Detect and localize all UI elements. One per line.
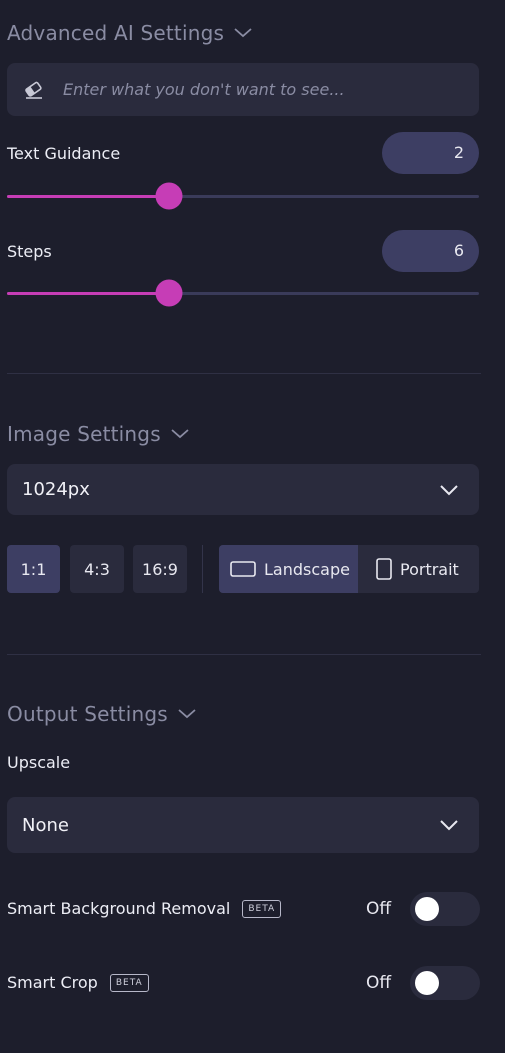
section-divider xyxy=(7,373,481,374)
smart-crop-state: Off xyxy=(366,973,392,993)
image-size-select[interactable]: 1024px xyxy=(7,464,479,515)
upscale-label: Upscale xyxy=(7,753,71,772)
orientation-toggle-group: Landscape Portrait xyxy=(219,545,479,593)
text-guidance-value[interactable]: 2 xyxy=(382,132,479,174)
negative-prompt-input[interactable] xyxy=(61,79,465,100)
steps-label: Steps xyxy=(7,242,52,261)
steps-slider-fill xyxy=(7,292,169,295)
ratio-orientation-divider xyxy=(202,545,203,593)
text-guidance-slider-fill xyxy=(7,195,169,198)
smart-background-removal-row: Smart Background Removal BETA xyxy=(7,899,282,918)
image-settings-title: Image Settings xyxy=(7,422,161,446)
portrait-label: Portrait xyxy=(400,559,459,579)
smart-crop-row: Smart Crop BETA xyxy=(7,973,149,992)
steps-slider-thumb[interactable] xyxy=(155,279,183,307)
chevron-down-icon xyxy=(171,429,189,439)
text-guidance-slider-thumb[interactable] xyxy=(155,182,183,210)
output-settings-header[interactable]: Output Settings xyxy=(7,702,196,726)
output-settings-title: Output Settings xyxy=(7,702,168,726)
portrait-button[interactable]: Portrait xyxy=(358,545,479,593)
landscape-label: Landscape xyxy=(264,559,350,579)
chevron-down-icon xyxy=(178,709,196,719)
upscale-value: None xyxy=(22,814,69,836)
advanced-ai-settings-title: Advanced AI Settings xyxy=(7,21,225,45)
ratio-button-4-3[interactable]: 4:3 xyxy=(70,545,124,593)
landscape-button[interactable]: Landscape xyxy=(219,545,358,593)
smart-background-removal-toggle[interactable] xyxy=(410,892,480,926)
steps-slider[interactable] xyxy=(7,279,479,307)
chevron-down-icon xyxy=(440,484,458,495)
eraser-icon xyxy=(25,81,42,99)
toggle-knob xyxy=(415,971,439,995)
section-divider xyxy=(7,654,481,655)
ratio-button-1-1[interactable]: 1:1 xyxy=(7,545,60,593)
negative-prompt-field[interactable] xyxy=(7,63,479,116)
smart-background-removal-label: Smart Background Removal xyxy=(7,899,231,918)
upscale-select[interactable]: None xyxy=(7,797,479,853)
steps-value[interactable]: 6 xyxy=(382,230,479,272)
text-guidance-label: Text Guidance xyxy=(7,144,121,163)
image-size-value: 1024px xyxy=(22,479,90,500)
chevron-down-icon xyxy=(234,28,252,38)
smart-crop-toggle[interactable] xyxy=(410,966,480,1000)
beta-badge: BETA xyxy=(242,899,282,918)
image-settings-header[interactable]: Image Settings xyxy=(7,422,189,446)
portrait-icon xyxy=(376,558,392,580)
smart-background-removal-state: Off xyxy=(366,899,392,919)
ratio-button-16-9[interactable]: 16:9 xyxy=(133,545,187,593)
advanced-ai-settings-header[interactable]: Advanced AI Settings xyxy=(7,21,252,45)
text-guidance-slider[interactable] xyxy=(7,182,479,210)
toggle-knob xyxy=(415,897,439,921)
landscape-icon xyxy=(230,561,256,577)
smart-crop-label: Smart Crop xyxy=(7,973,98,992)
chevron-down-icon xyxy=(440,820,458,831)
beta-badge: BETA xyxy=(109,973,149,992)
